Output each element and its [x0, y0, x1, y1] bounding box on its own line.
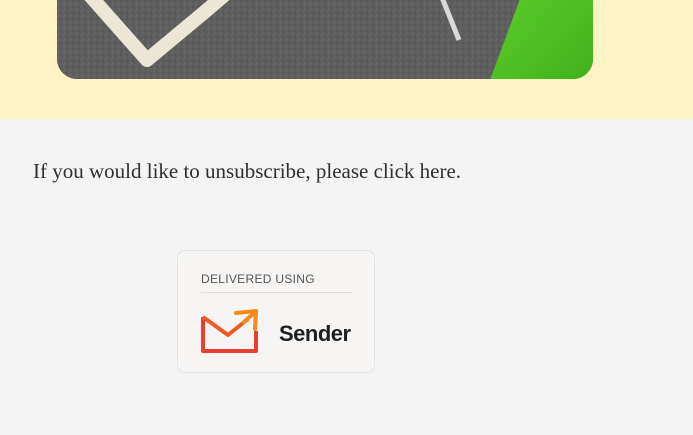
badge-divider — [201, 292, 353, 293]
unsubscribe-text: If you would like to unsubscribe, please… — [33, 159, 461, 184]
hero-band — [0, 0, 693, 119]
badge-caption: DELIVERED USING — [201, 272, 315, 286]
unsubscribe-link[interactable]: here — [420, 159, 456, 183]
unsubscribe-suffix: . — [455, 159, 462, 183]
sender-wordmark: Sender — [279, 321, 351, 346]
road-photo — [57, 0, 593, 79]
unsubscribe-prefix: If you would like to unsubscribe, please… — [33, 159, 420, 183]
hero-image — [57, 0, 593, 79]
footer-section: If you would like to unsubscribe, please… — [0, 119, 693, 435]
envelope-icon — [200, 307, 264, 360]
sender-badge[interactable]: DELIVERED USING Sender — [177, 250, 375, 373]
